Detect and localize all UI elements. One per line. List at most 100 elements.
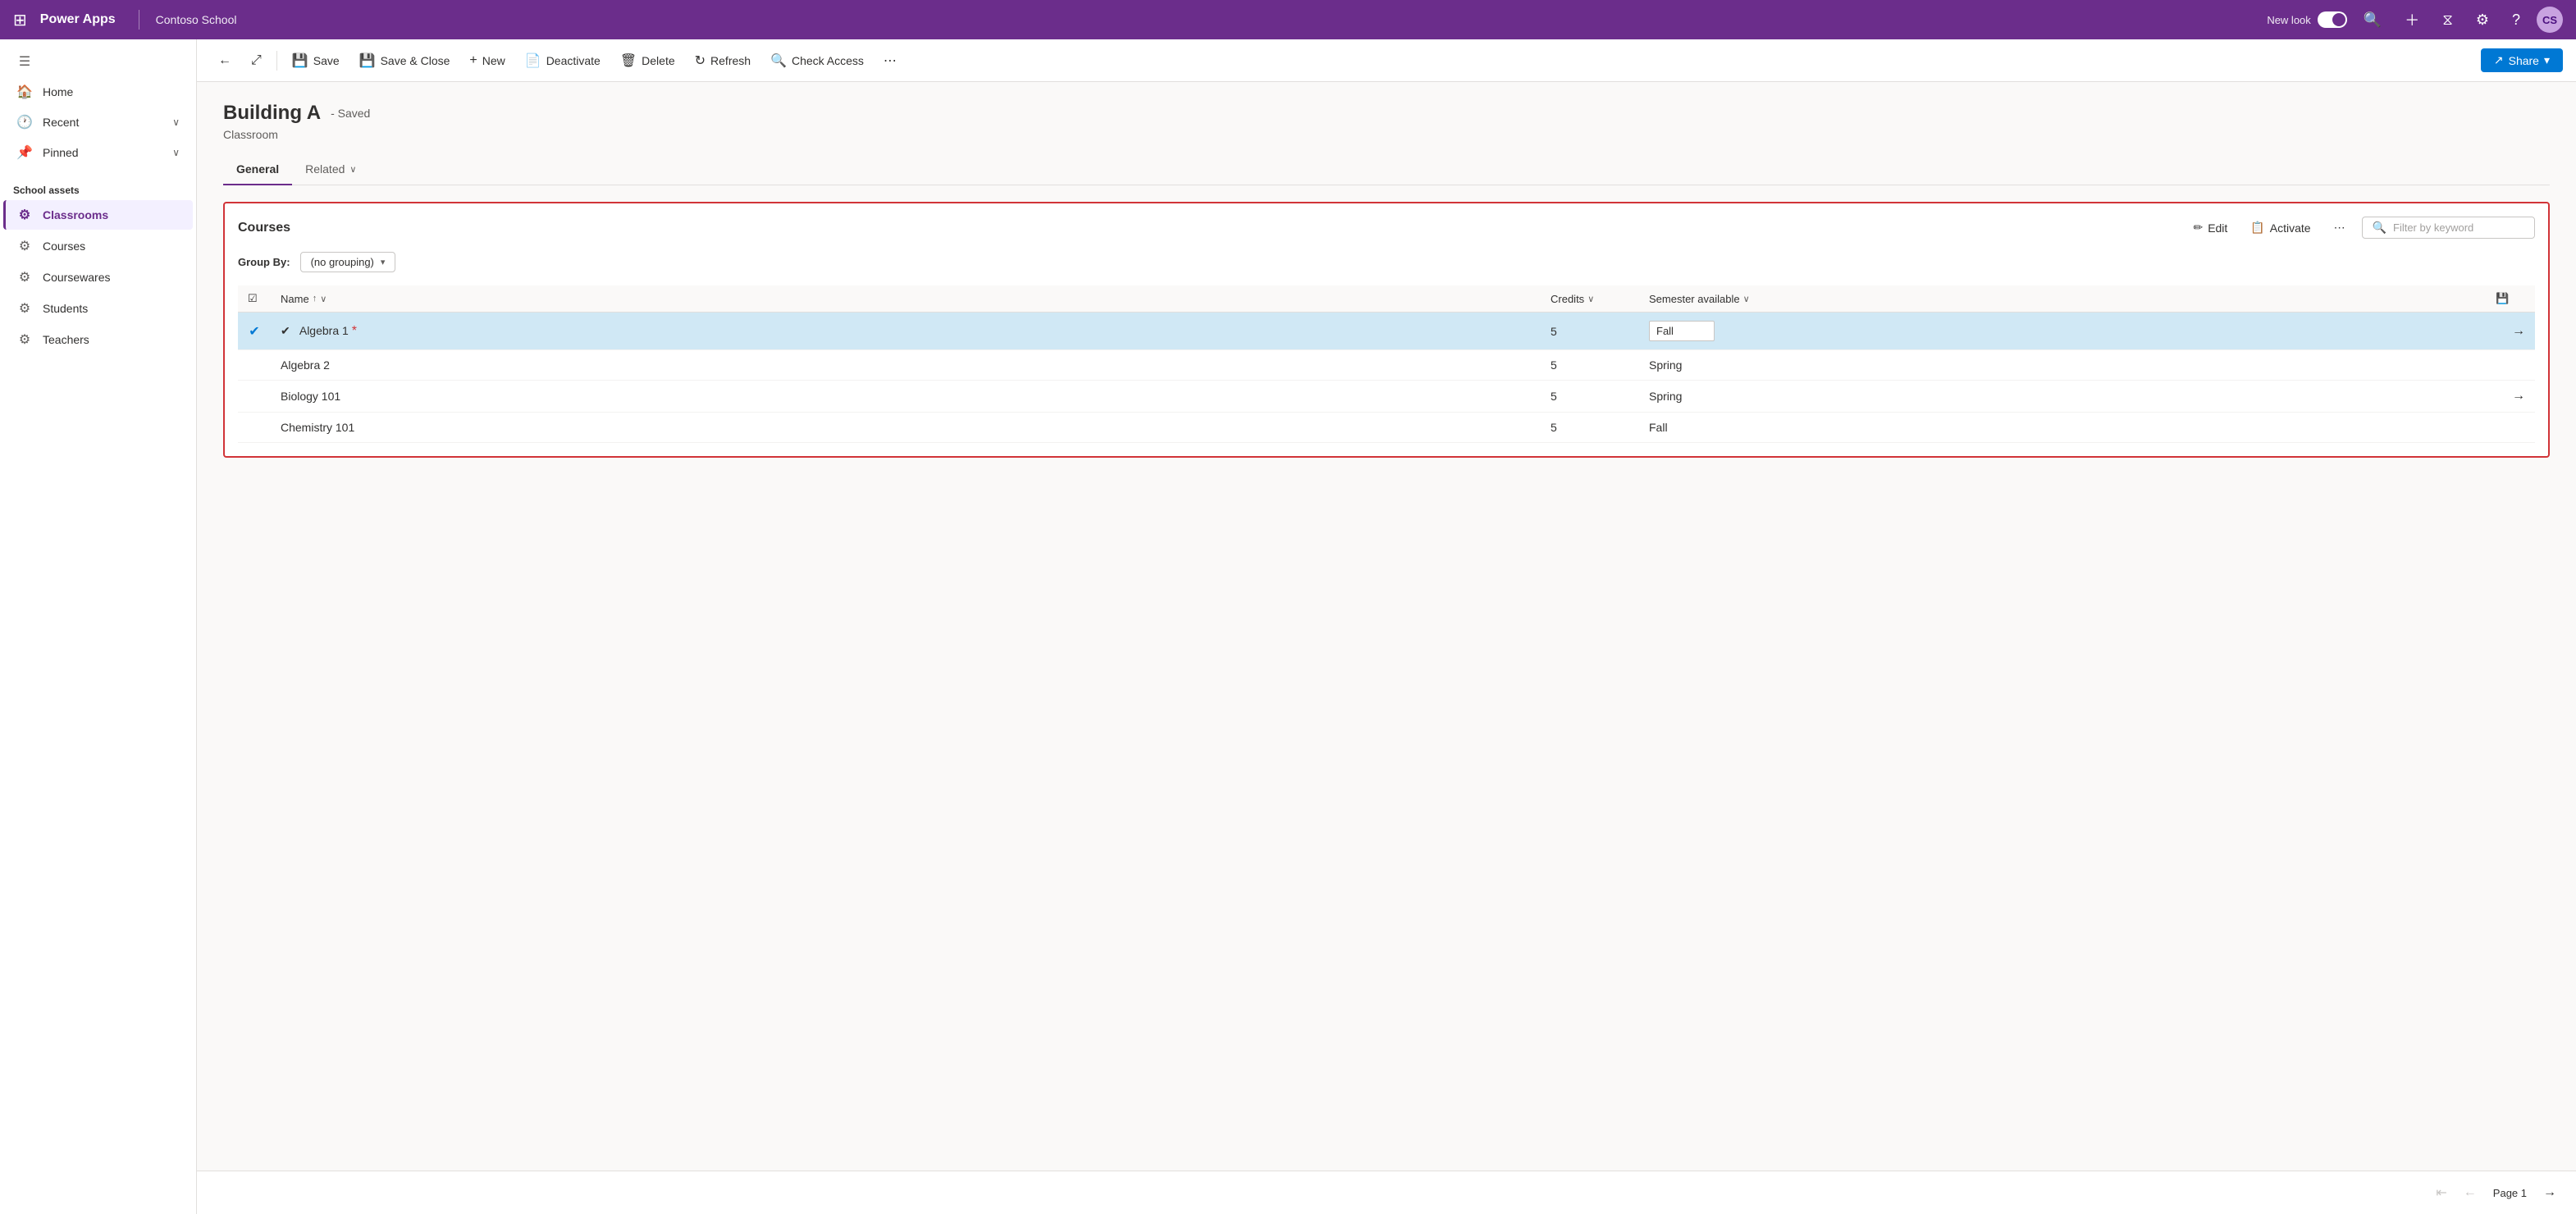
row-action-3[interactable]: → <box>2486 381 2535 413</box>
help-icon[interactable]: ? <box>2505 8 2527 32</box>
delete-icon: 🗑 <box>620 52 637 69</box>
sidebar-home-label: Home <box>43 85 73 98</box>
delete-button[interactable]: 🗑 Delete <box>612 48 683 74</box>
school-assets-section-label: School assets <box>0 175 196 199</box>
table-row[interactable]: Algebra 2 5 Spring <box>238 350 2535 381</box>
page-next-button[interactable]: → <box>2537 1182 2563 1203</box>
page-prev-button[interactable]: ← <box>2457 1182 2483 1203</box>
group-by-row: Group By: (no grouping) ▾ <box>238 249 2535 276</box>
filter-keyword-input[interactable] <box>2393 221 2524 234</box>
panel-edit-label: Edit <box>2208 221 2227 235</box>
popout-button[interactable]: ⤢ <box>243 48 270 73</box>
new-look-toggle[interactable] <box>2318 11 2347 28</box>
panel-header: Courses ✏ Edit 📋 Activate ⋯ <box>238 217 2535 239</box>
deactivate-button[interactable]: 📄 Deactivate <box>517 48 609 74</box>
panel-activate-button[interactable]: 📋 Activate <box>2244 217 2317 238</box>
row-credits-1: 5 <box>1541 313 1639 350</box>
app-logo: Power Apps <box>40 12 116 27</box>
tab-general-label: General <box>236 162 279 176</box>
sidebar-coursewares-label: Coursewares <box>43 271 110 284</box>
th-credits[interactable]: Credits ∨ <box>1541 285 1639 313</box>
refresh-label: Refresh <box>710 54 751 67</box>
row-checkbox-inline[interactable]: ✔ <box>281 324 290 337</box>
sidebar-item-coursewares[interactable]: ⚙ Coursewares <box>3 262 193 292</box>
course-name-1: Algebra 1 <box>299 324 349 337</box>
page-next-icon: → <box>2543 1185 2556 1199</box>
refresh-button[interactable]: ↻ Refresh <box>687 48 759 74</box>
new-look-toggle-area: New look <box>2267 11 2346 28</box>
th-name-label: Name <box>281 293 309 305</box>
save-column-icon: 💾 <box>2496 292 2509 304</box>
tab-general[interactable]: General <box>223 154 292 185</box>
sidebar-item-home[interactable]: 🏠 Home <box>3 77 193 107</box>
panel-more-button[interactable]: ⋯ <box>2327 217 2352 238</box>
sidebar-item-classrooms[interactable]: ⚙ Classrooms <box>3 200 193 230</box>
pinned-chevron-icon: ∨ <box>172 147 180 158</box>
table-header: ☑ Name ↑ ∨ <box>238 285 2535 313</box>
row-name-1: ✔ Algebra 1 * <box>271 313 1541 350</box>
tab-related[interactable]: Related ∨ <box>292 154 369 185</box>
save-close-button[interactable]: 💾 Save & Close <box>351 48 459 74</box>
save-close-icon: 💾 <box>359 52 376 69</box>
students-icon: ⚙ <box>16 300 33 317</box>
courses-icon: ⚙ <box>16 238 33 254</box>
table-row[interactable]: Biology 101 5 Spring → <box>238 381 2535 413</box>
panel-edit-icon: ✏ <box>2193 221 2203 235</box>
group-by-label: Group By: <box>238 256 290 268</box>
panel-edit-button[interactable]: ✏ Edit <box>2186 217 2234 238</box>
page-first-button[interactable]: ⇤ <box>2429 1181 2453 1204</box>
more-icon: ⋯ <box>884 52 897 69</box>
page-first-icon: ⇤ <box>2436 1186 2446 1200</box>
row-check-4[interactable] <box>238 413 271 443</box>
sidebar-item-teachers[interactable]: ⚙ Teachers <box>3 325 193 354</box>
home-icon: 🏠 <box>16 84 33 100</box>
deactivate-icon: 📄 <box>525 52 541 69</box>
table-row[interactable]: Chemistry 101 5 Fall <box>238 413 2535 443</box>
pagination: ⇤ ← Page 1 → <box>197 1171 2576 1214</box>
refresh-icon: ↻ <box>695 52 706 69</box>
group-by-select[interactable]: (no grouping) ▾ <box>300 252 396 272</box>
new-button[interactable]: + New <box>461 48 513 73</box>
row-check-1[interactable]: ✔ <box>238 313 271 350</box>
row-check-3[interactable] <box>238 381 271 413</box>
share-button[interactable]: ↗ Share ▾ <box>2481 48 2563 72</box>
table-row[interactable]: ✔ ✔ Algebra 1 * 5 Fall <box>238 313 2535 350</box>
share-icon: ↗ <box>2494 53 2504 67</box>
save-icon: 💾 <box>292 52 308 69</box>
coursewares-icon: ⚙ <box>16 269 33 285</box>
row-check-2[interactable] <box>238 350 271 381</box>
row-action-1[interactable]: → <box>2486 313 2535 350</box>
page-subtitle: Classroom <box>223 128 2550 141</box>
more-button[interactable]: ⋯ <box>875 48 905 74</box>
classrooms-icon: ⚙ <box>16 207 33 223</box>
semester-editable-field[interactable]: Fall <box>1649 321 1715 341</box>
sidebar-item-students[interactable]: ⚙ Students <box>3 294 193 323</box>
settings-icon[interactable]: ⚙ <box>2469 8 2496 32</box>
header-checkbox-icon[interactable]: ☑ <box>248 292 258 305</box>
save-button[interactable]: 💾 Save <box>284 48 348 74</box>
avatar[interactable]: CS <box>2537 7 2563 33</box>
page-header: Building A - Saved Classroom <box>223 102 2550 141</box>
th-semester[interactable]: Semester available ∨ <box>1639 285 2486 313</box>
row-navigate-icon-3[interactable]: → <box>2512 389 2525 403</box>
main-layout: ☰ 🏠 Home 🕐 Recent ∨ 📌 Pinned ∨ School as… <box>0 39 2576 1214</box>
sidebar-item-recent[interactable]: 🕐 Recent ∨ <box>3 107 193 137</box>
back-button[interactable]: ← <box>210 48 240 73</box>
app-name: Contoso School <box>156 13 237 26</box>
search-icon[interactable]: 🔍 <box>2357 8 2388 32</box>
add-icon[interactable]: ＋ <box>2398 6 2426 34</box>
share-label: Share <box>2509 54 2539 67</box>
th-name[interactable]: Name ↑ ∨ <box>271 285 1541 313</box>
row-semester-3: Spring <box>1639 381 2486 413</box>
sidebar-item-courses[interactable]: ⚙ Courses <box>3 231 193 261</box>
check-access-button[interactable]: 🔍 Check Access <box>762 48 872 74</box>
row-navigate-icon[interactable]: → <box>2512 324 2525 338</box>
filter-icon[interactable]: ⧖ <box>2436 8 2460 32</box>
name-sort-icon: ↑ <box>313 294 317 304</box>
sidebar-item-hamburger[interactable]: ☰ <box>3 47 193 76</box>
sidebar-item-pinned[interactable]: 📌 Pinned ∨ <box>3 138 193 167</box>
save-close-label: Save & Close <box>381 54 450 67</box>
check-access-label: Check Access <box>792 54 864 67</box>
filter-input-container[interactable]: 🔍 <box>2362 217 2535 239</box>
waffle-icon[interactable]: ⊞ <box>13 10 27 30</box>
